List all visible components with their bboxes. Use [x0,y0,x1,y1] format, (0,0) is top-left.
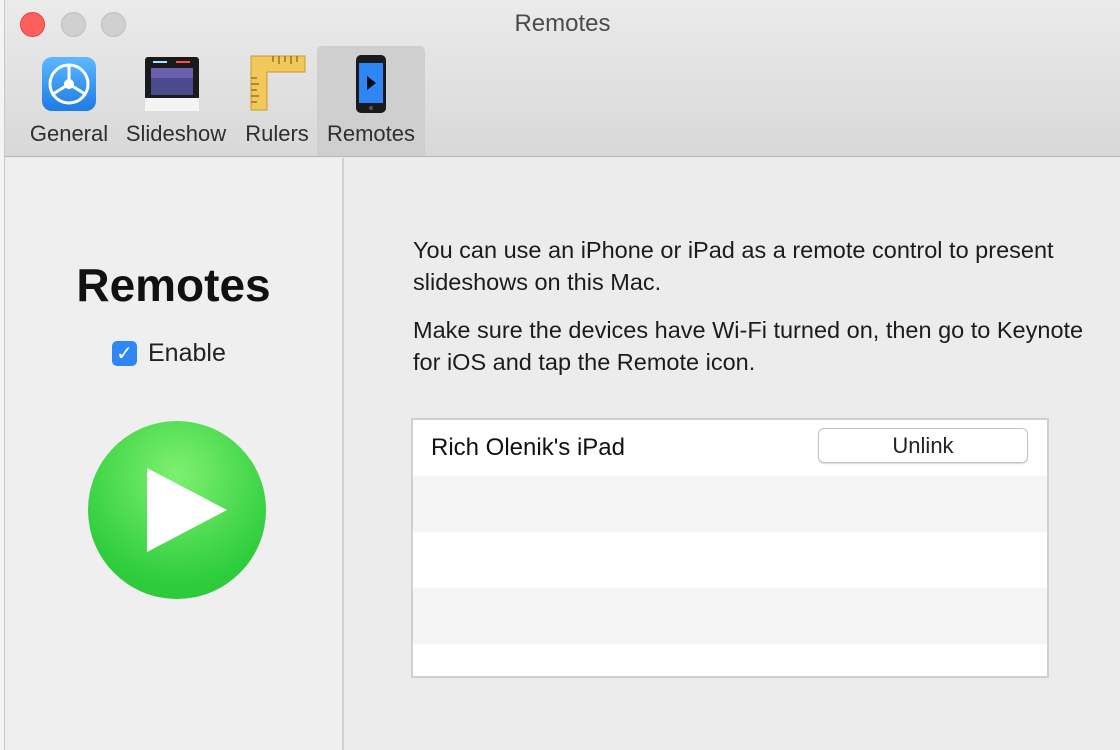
sidebar: Remotes ✓ Enable [5,158,344,750]
ruler-icon [250,55,306,111]
description-text: You can use an iPhone or iPad as a remot… [413,237,1054,295]
enable-checkbox[interactable]: ✓ [112,340,137,366]
device-list: Rich Olenik's iPad Unlink [411,418,1049,678]
slideshow-icon [145,57,199,111]
empty-row [413,532,1047,588]
tab-label: Slideshow [125,121,227,146]
main-content: You can use an iPhone or iPad as a remot… [344,158,1120,750]
iphone-remote-icon [356,55,386,113]
enable-label: Enable [148,338,226,367]
list-item: Rich Olenik's iPad Unlink [413,420,1047,476]
empty-row [413,476,1047,532]
tab-remotes[interactable]: Remotes [317,46,425,156]
device-name: Rich Olenik's iPad [431,434,625,461]
window-title: Remotes [514,10,611,37]
tab-slideshow[interactable]: Slideshow [117,46,235,156]
instructions-text: Make sure the devices have Wi-Fi turned … [413,317,1084,375]
tab-label: General [29,121,109,146]
play-triangle [147,468,227,552]
play-icon [88,421,266,599]
page-title: Remotes [76,259,271,311]
empty-row [413,588,1047,644]
preferences-window: Remotes General Slideshow Rulers Remotes… [4,0,1120,750]
gear-icon [42,57,96,111]
tab-label: Remotes [326,121,416,146]
tab-rulers[interactable]: Rulers [237,46,317,156]
empty-row [413,644,1047,676]
enable-checkbox-row[interactable]: ✓ Enable [112,338,226,368]
tab-general[interactable]: General [15,46,123,156]
tab-label: Rulers [245,121,309,146]
unlink-button[interactable]: Unlink [818,428,1028,463]
titlebar-toolbar: Remotes General Slideshow Rulers Remotes [5,0,1120,157]
